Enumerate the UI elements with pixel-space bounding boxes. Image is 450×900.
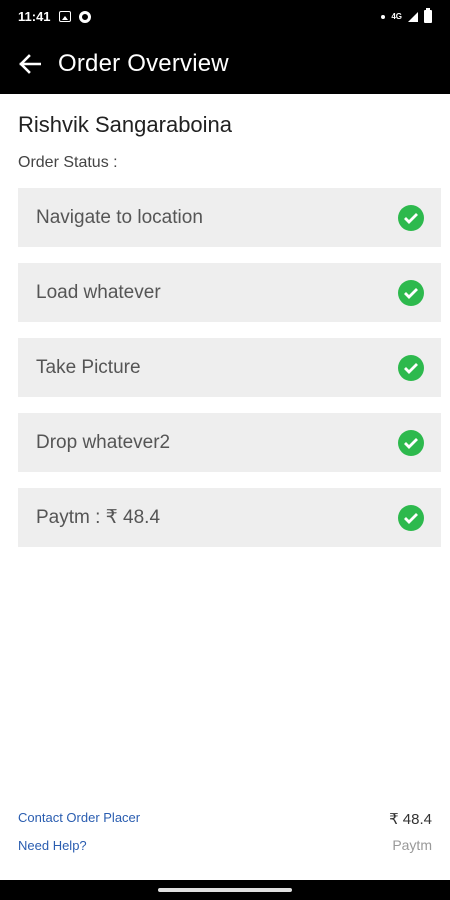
check-circle-icon — [398, 204, 424, 231]
status-step-label: Paytm : ₹ 48.4 — [36, 507, 161, 528]
status-step-label: Take Picture — [36, 356, 141, 378]
status-step-navigate[interactable]: Navigate to location — [18, 188, 441, 247]
status-step-payment[interactable]: Paytm : ₹ 48.4 — [18, 488, 441, 547]
check-circle-icon — [398, 504, 424, 531]
signal-icon — [408, 11, 418, 22]
arrow-left-icon[interactable] — [18, 52, 42, 76]
status-step-label: Load whatever — [36, 281, 161, 303]
status-bar: 11:41 4G — [0, 0, 450, 33]
status-step-drop[interactable]: Drop whatever2 — [18, 413, 441, 472]
dot-icon — [381, 14, 386, 19]
check-circle-icon — [398, 279, 424, 306]
check-circle-icon — [398, 354, 424, 381]
system-nav-bar — [0, 880, 450, 900]
order-status-label: Order Status : — [18, 154, 118, 171]
app-toolbar: Order Overview — [0, 33, 450, 94]
status-step-label: Navigate to location — [36, 206, 203, 228]
status-step-load[interactable]: Load whatever — [18, 263, 441, 322]
contact-order-placer-link[interactable]: Contact Order Placer — [18, 810, 140, 825]
payment-method: Paytm — [392, 837, 432, 853]
status-step-label: Drop whatever2 — [36, 431, 171, 453]
customer-name: Rishvik Sangaraboina — [18, 112, 233, 137]
status-bar-right: 4G — [381, 8, 432, 23]
footer-links: Contact Order Placer Need Help? — [18, 810, 140, 880]
status-bar-left: 11:41 — [18, 9, 91, 24]
order-footer: Contact Order Placer Need Help? ₹ 48.4 P… — [0, 810, 450, 880]
circle-icon — [78, 10, 91, 23]
page-title: Order Overview — [58, 49, 229, 77]
check-circle-icon — [398, 429, 424, 456]
status-step-picture[interactable]: Take Picture — [18, 338, 441, 397]
status-time: 11:41 — [18, 9, 51, 24]
order-status-list: Navigate to location Load whatever Take … — [18, 188, 441, 547]
footer-payment-summary: ₹ 48.4 Paytm — [389, 810, 432, 880]
need-help-link[interactable]: Need Help? — [18, 838, 140, 853]
network-type: 4G — [391, 12, 402, 21]
order-amount: ₹ 48.4 — [389, 811, 432, 828]
order-overview-content: Rishvik Sangaraboina Order Status : Navi… — [0, 112, 450, 547]
home-gesture-handle[interactable] — [158, 888, 292, 892]
battery-icon — [424, 8, 432, 23]
image-icon — [58, 11, 71, 22]
